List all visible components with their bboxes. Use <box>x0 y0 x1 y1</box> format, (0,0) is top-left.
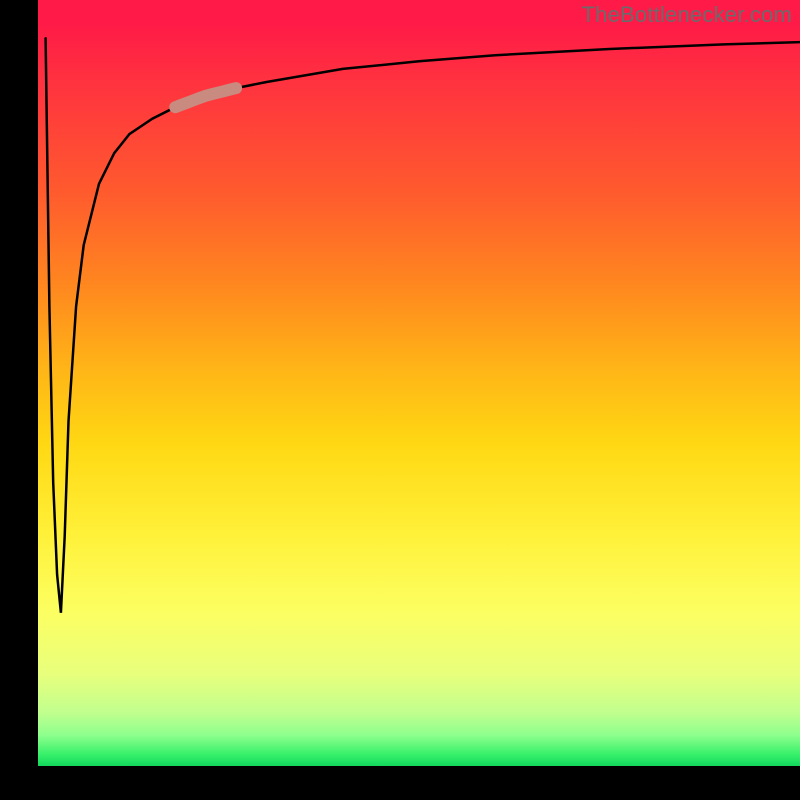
watermark-text: TheBottlenecker.com <box>582 2 792 28</box>
x-axis-band <box>0 766 800 800</box>
curve-svg <box>38 0 800 766</box>
highlight-segment-path <box>175 88 236 107</box>
y-axis-band <box>0 0 38 766</box>
bottleneck-curve-path <box>46 38 800 613</box>
chart-container: TheBottlenecker.com <box>0 0 800 800</box>
plot-area: TheBottlenecker.com <box>38 0 800 766</box>
